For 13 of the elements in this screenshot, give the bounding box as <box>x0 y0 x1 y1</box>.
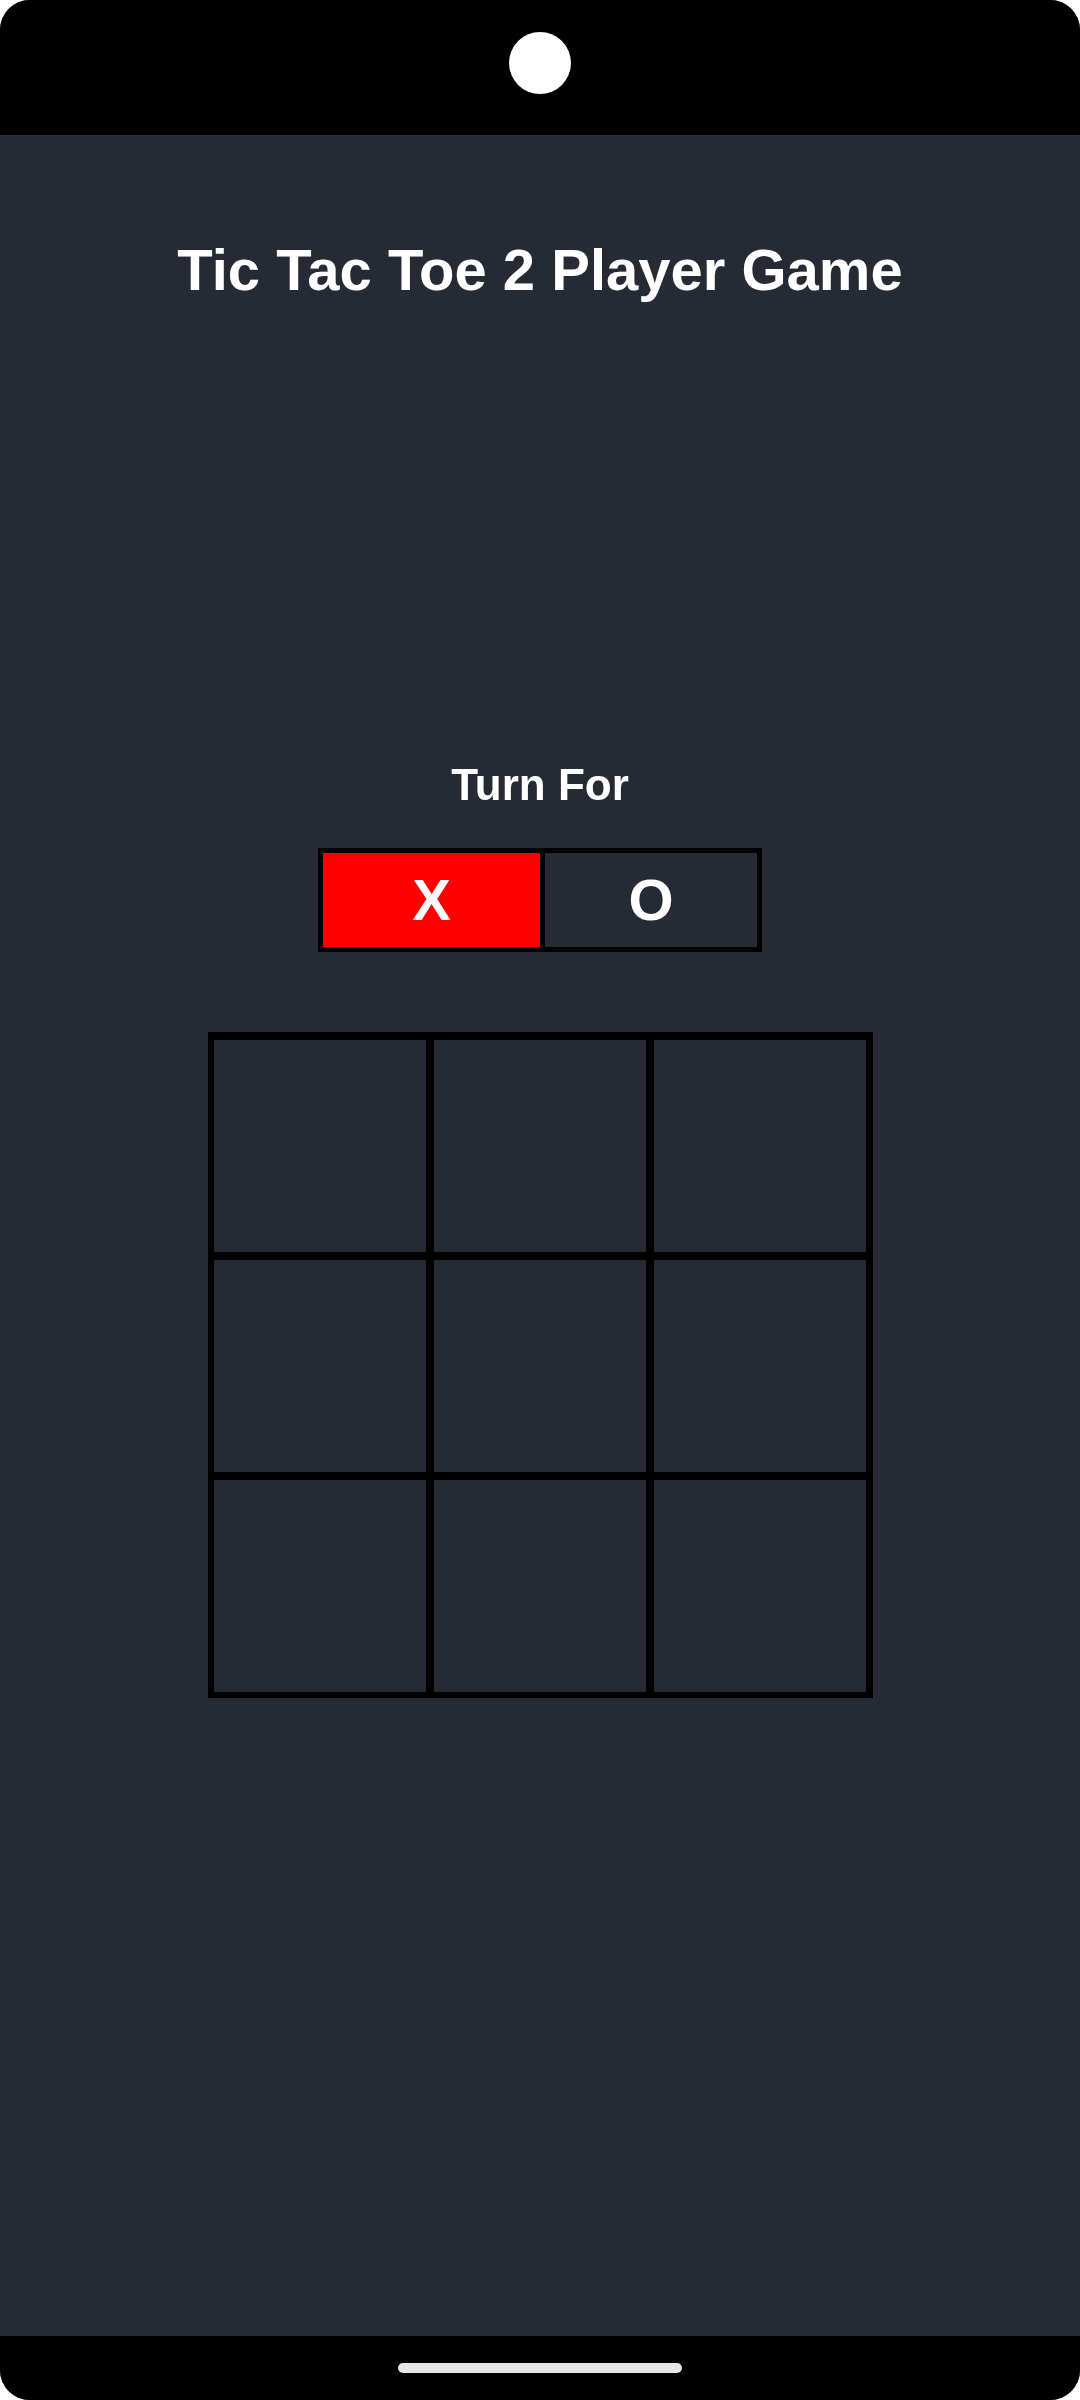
board-cell[interactable] <box>433 1039 647 1252</box>
board-cell[interactable] <box>213 1039 426 1252</box>
board-cell[interactable] <box>654 1259 867 1472</box>
board-cell[interactable] <box>433 1259 647 1472</box>
player-tab[interactable]: X <box>323 852 545 947</box>
board-cell[interactable] <box>654 1479 867 1692</box>
turn-label: Turn For <box>451 759 629 810</box>
home-indicator[interactable] <box>398 2363 682 2373</box>
game-title: Tic Tac Toe 2 Player Game <box>177 236 903 304</box>
board-cell[interactable] <box>213 1259 426 1472</box>
board-cell[interactable] <box>433 1479 647 1692</box>
board-cell[interactable] <box>654 1039 867 1252</box>
board-cell[interactable] <box>213 1479 426 1692</box>
